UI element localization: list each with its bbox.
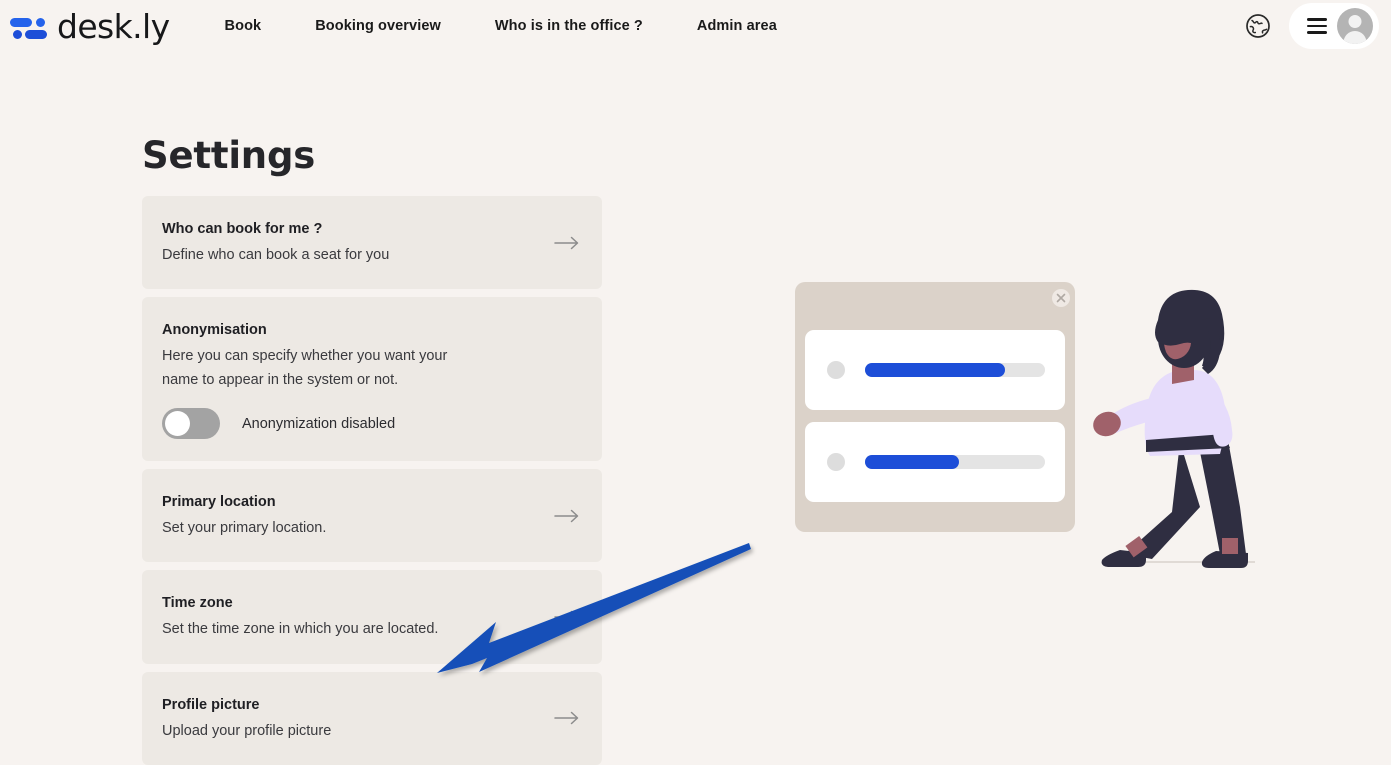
settings-progress-illustration (780, 262, 1300, 582)
walking-person-illustration (1093, 289, 1255, 568)
card-title: Profile picture (162, 696, 260, 713)
settings-card-anonymisation[interactable]: Anonymisation Here you can specify wheth… (142, 297, 602, 462)
settings-card-primary-location[interactable]: Primary location Set your primary locati… (142, 469, 602, 563)
settings-card-list: Who can book for me ? Define who can boo… (142, 196, 602, 765)
page-title: Settings (142, 134, 316, 177)
progress-fill (865, 455, 959, 469)
settings-card-who-can-book[interactable]: Who can book for me ? Define who can boo… (142, 196, 602, 290)
nav-link-book[interactable]: Book (198, 18, 289, 34)
card-subtitle: Set the time zone in which you are locat… (162, 621, 439, 638)
nav-link-who-is-in-office[interactable]: Who is in the office ? (468, 18, 670, 34)
card-subtitle: Define who can book a seat for you (162, 246, 390, 263)
desk-ly-logo-icon (10, 12, 48, 40)
row-bullet-icon (827, 453, 845, 471)
arrow-right-icon[interactable] (554, 236, 580, 250)
nav-link-admin-area[interactable]: Admin area (670, 18, 804, 34)
user-avatar-icon[interactable] (1337, 8, 1373, 44)
settings-card-time-zone[interactable]: Time zone Set the time zone in which you… (142, 570, 602, 664)
anonymisation-toggle-row: Anonymization disabled (162, 408, 580, 440)
card-title: Primary location (162, 494, 276, 511)
nav-right-controls (1245, 3, 1391, 49)
anonymisation-toggle[interactable] (162, 408, 220, 440)
close-icon (1052, 289, 1070, 307)
toggle-state-label: Anonymization disabled (242, 415, 396, 432)
card-subtitle: Set your primary location. (162, 519, 327, 536)
progress-fill (865, 363, 1005, 377)
nav-link-booking-overview[interactable]: Booking overview (288, 18, 468, 34)
account-menu-pill[interactable] (1289, 3, 1379, 49)
top-navigation-bar: desk.ly Book Booking overview Who is in … (0, 0, 1391, 52)
globe-icon[interactable] (1245, 13, 1271, 39)
card-title: Who can book for me ? (162, 221, 323, 237)
primary-nav-links: Book Booking overview Who is in the offi… (198, 18, 804, 34)
hamburger-menu-icon[interactable] (1307, 18, 1327, 34)
card-title: Anonymisation (162, 322, 267, 339)
arrow-right-icon[interactable] (554, 711, 580, 725)
arrow-right-icon[interactable] (554, 509, 580, 523)
row-bullet-icon (827, 361, 845, 379)
settings-card-profile-picture[interactable]: Profile picture Upload your profile pict… (142, 671, 602, 765)
brand-logo[interactable]: desk.ly (10, 10, 170, 43)
toggle-knob (165, 411, 190, 437)
arrow-right-icon[interactable] (554, 610, 580, 624)
card-subtitle: Upload your profile picture (162, 722, 332, 739)
card-title: Time zone (162, 595, 233, 612)
brand-name: desk.ly (57, 6, 170, 46)
card-subtitle: Here you can specify whether you want yo… (162, 348, 448, 388)
